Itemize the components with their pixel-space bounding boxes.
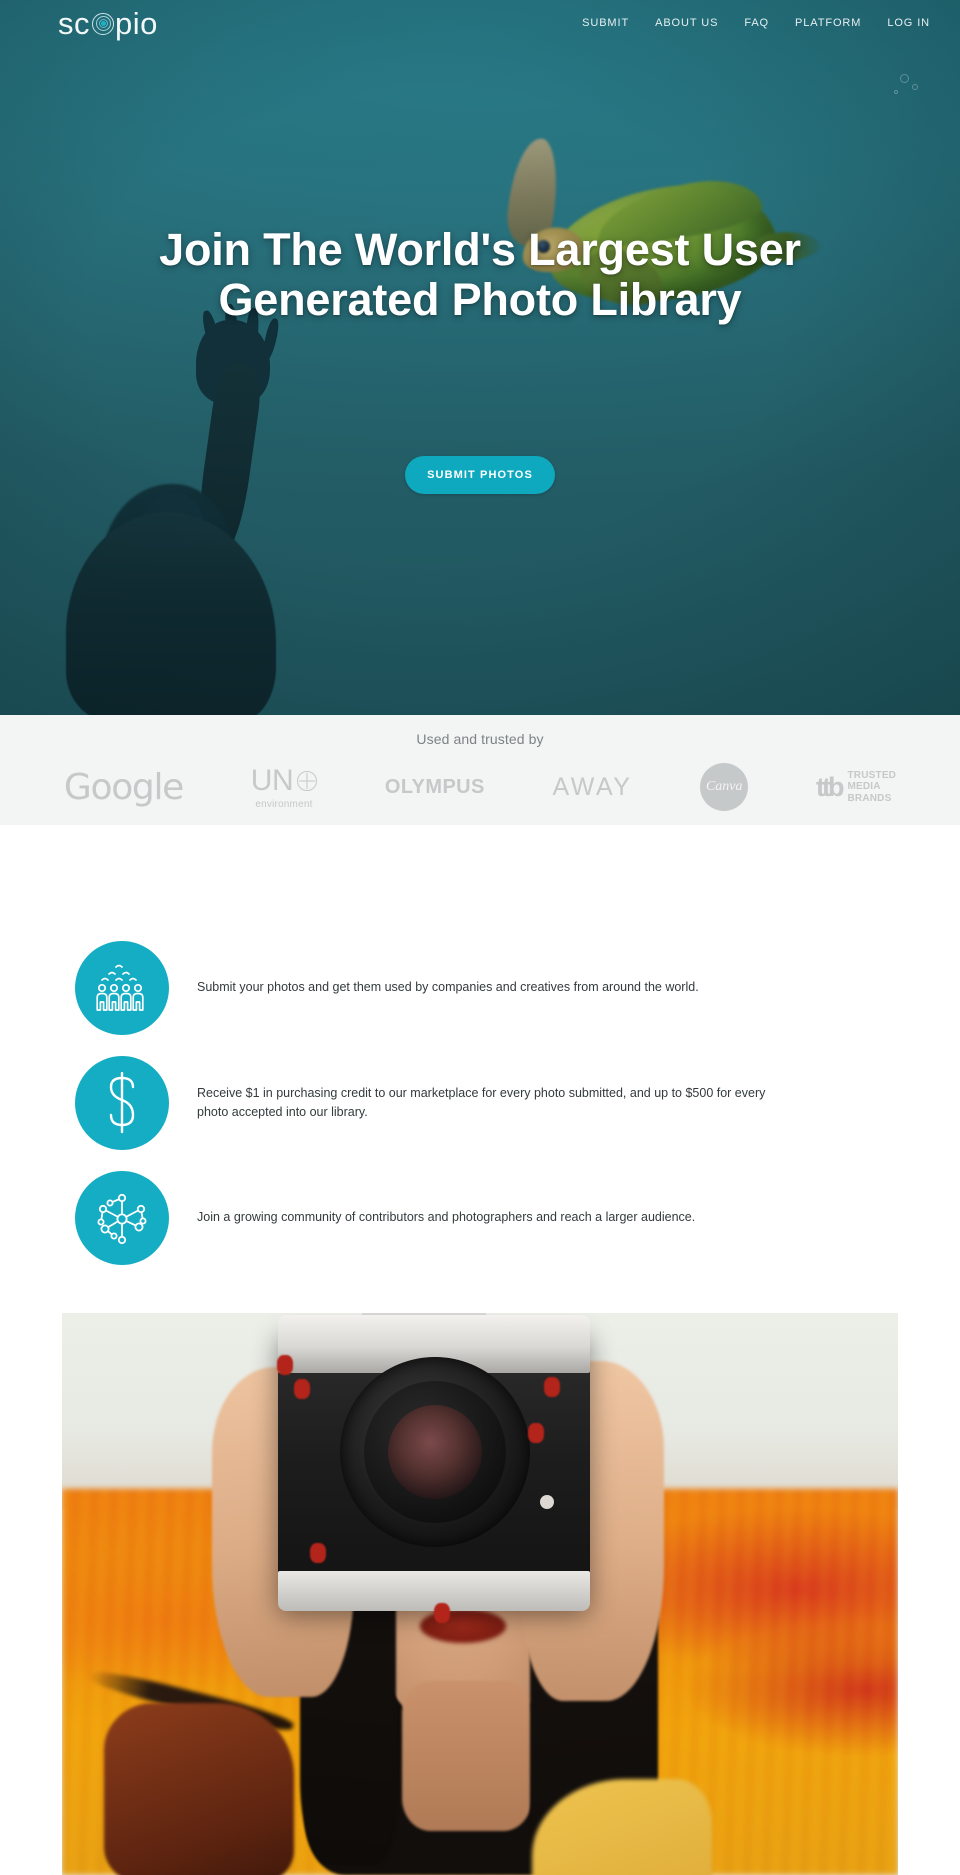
olympus-logo: OLYMPUS [384,775,485,798]
away-logo: AWAY [552,772,633,801]
logo-text-right: pio [115,6,158,41]
fingernail [310,1543,326,1563]
hero-section: sc pio SUBMIT ABOUT US FAQ PLATFORM LOG … [0,0,960,715]
tmb-line-1: TRUSTED [847,770,897,782]
partner-logo-row: Google UN environment OLYMPUS AWAY Canva… [0,759,960,815]
dollar-sign-icon [75,1056,169,1150]
tmb-monogram-icon: ttb [816,771,845,802]
photographer-feature-image [62,1313,898,1875]
submit-photos-button[interactable]: SUBMIT PHOTOS [405,456,555,494]
trusted-by-label: Used and trusted by [416,731,544,747]
camera-lens-release-button [540,1495,554,1509]
benefit-text: Receive $1 in purchasing credit to our m… [197,1085,766,1119]
landing-page: sc pio SUBMIT ABOUT US FAQ PLATFORM LOG … [0,0,960,1875]
nav-submit[interactable]: SUBMIT [582,17,629,29]
network-nodes-icon [75,1171,169,1265]
tmb-line-2: MEDIA [847,781,881,793]
benefit-text: Submit your photos and get them used by … [197,980,699,995]
subject-bag [104,1703,294,1875]
fingernail [294,1379,310,1399]
camera-lens-glass [388,1405,482,1499]
main-navigation: SUBMIT ABOUT US FAQ PLATFORM LOG IN [582,17,930,29]
un-logo-subtext: environment [255,799,313,810]
scopio-logo[interactable]: sc pio [58,8,158,39]
people-group-icon [75,941,169,1035]
hero-content: Join The World's Largest User Generated … [0,0,960,715]
subject-lips [420,1609,506,1643]
subject-neck [402,1681,532,1831]
fingernail [528,1423,544,1443]
benefit-item: Receive $1 in purchasing credit to our m… [75,1055,885,1151]
tmb-line-3: BRANDS [847,792,892,804]
nav-platform[interactable]: PLATFORM [795,17,861,29]
trusted-media-brands-logo: ttb TRUSTED MEDIA BRANDS [816,770,896,804]
camera-base-plate [278,1571,590,1611]
nav-faq[interactable]: FAQ [744,17,769,29]
fingernail [434,1603,450,1623]
logo-text-left: sc [58,6,90,41]
site-header: sc pio SUBMIT ABOUT US FAQ PLATFORM LOG … [0,0,960,52]
benefit-item: Submit your photos and get them used by … [75,940,885,1036]
nav-log-in[interactable]: LOG IN [887,17,930,29]
canva-logo: Canva [700,763,749,811]
un-logo-text: UN [250,764,294,797]
fingernail [544,1377,560,1397]
scopio-spiral-mark-icon [92,12,114,35]
page-title: Join The World's Largest User Generated … [159,224,801,326]
benefit-item: Join a growing community of contributors… [75,1170,885,1266]
benefit-text: Join a growing community of contributors… [197,1210,696,1225]
google-logo: Google [63,766,184,808]
un-environment-logo: UN environment [250,764,318,810]
trusted-by-section: Used and trusted by Google UN environmen… [0,715,960,825]
fingernail [277,1355,293,1375]
tmb-wordmark: TRUSTED MEDIA BRANDS [847,770,896,804]
globe-icon [297,771,318,791]
nav-about-us[interactable]: ABOUT US [655,17,718,29]
